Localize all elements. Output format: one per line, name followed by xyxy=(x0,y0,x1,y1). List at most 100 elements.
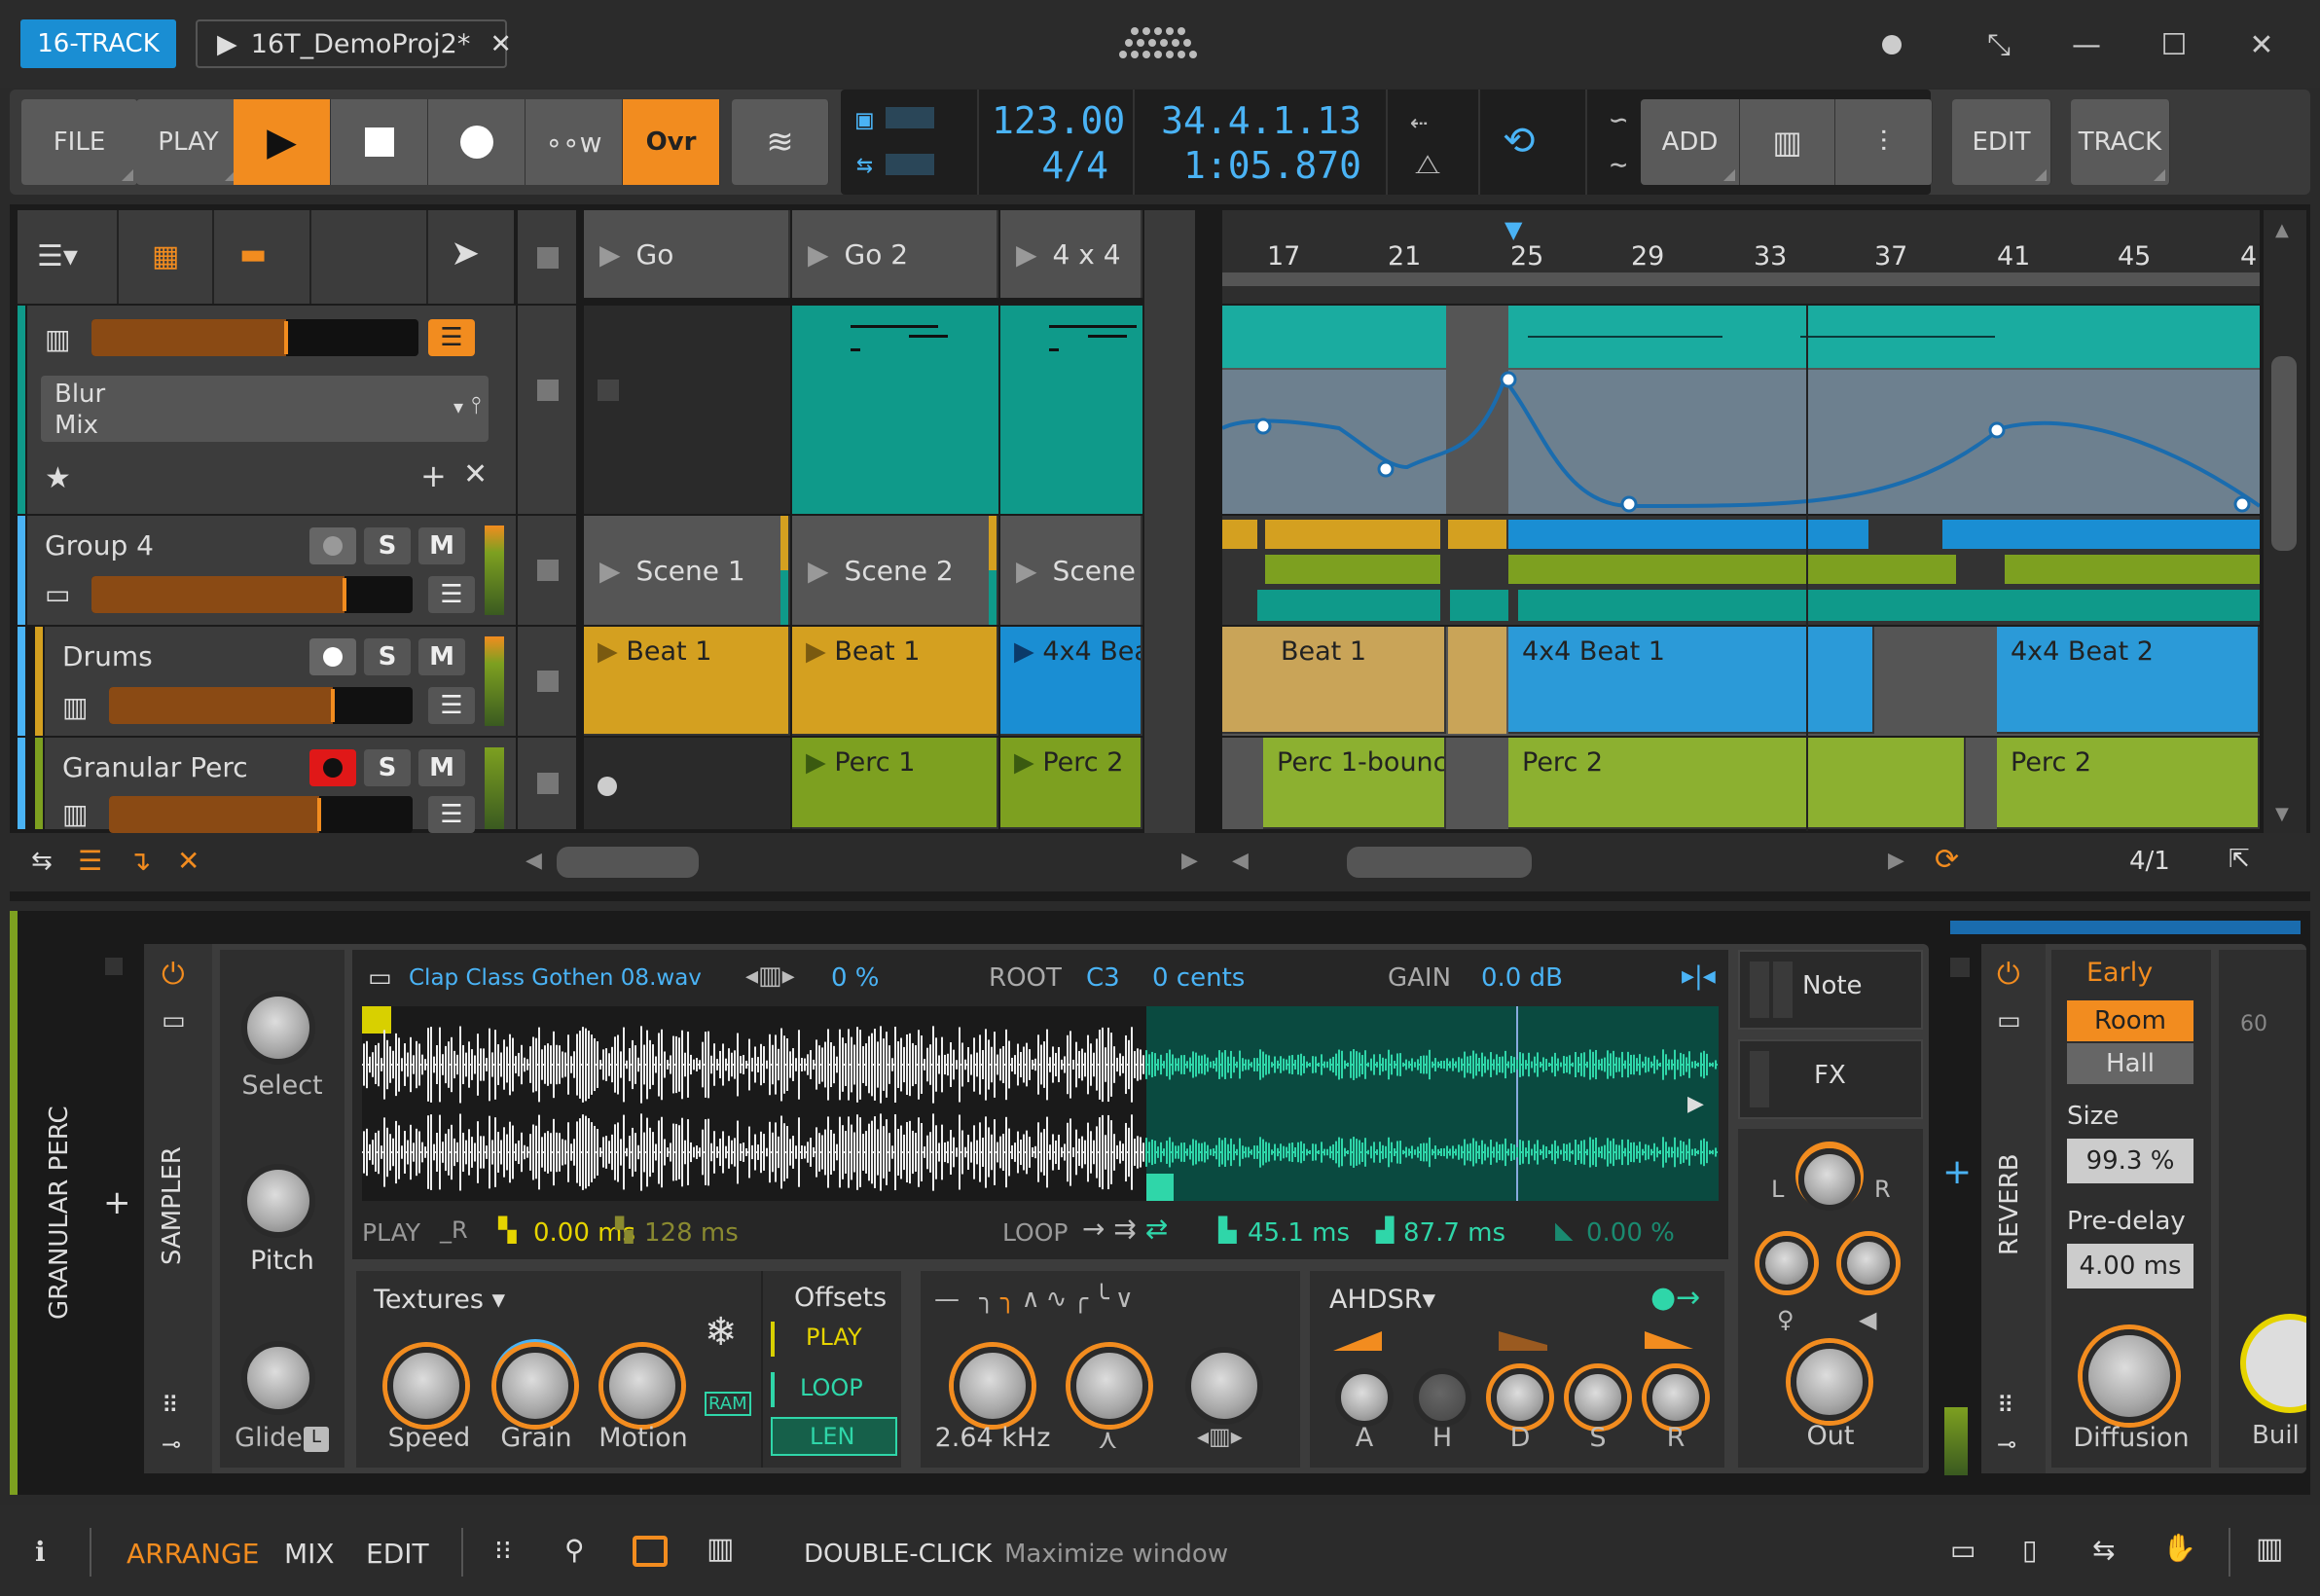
offset-len[interactable]: LEN xyxy=(810,1423,855,1450)
edit-tab[interactable]: EDIT xyxy=(366,1538,429,1570)
stop-button[interactable] xyxy=(331,99,428,185)
drum-clip-2[interactable]: ▶ Beat 1 xyxy=(792,627,998,736)
arm-button-active[interactable] xyxy=(309,749,356,786)
record-slot-icon[interactable] xyxy=(598,777,617,796)
stretch-icon[interactable]: ◂▥▸ xyxy=(745,961,795,991)
solo-button[interactable]: S xyxy=(364,749,411,786)
add-device-icon-2[interactable]: + xyxy=(1942,1152,1972,1192)
root-cents[interactable]: 0 cents xyxy=(1152,963,1245,993)
fx-slot[interactable]: FX xyxy=(1738,1039,1923,1119)
close-tab-icon[interactable]: ✕ xyxy=(489,29,512,59)
room-button[interactable]: Room xyxy=(2067,1000,2193,1041)
sample-filename[interactable]: Clap Class Gothen 08.wav xyxy=(409,965,702,991)
arrow-down-icon[interactable]: ↴ xyxy=(128,845,151,877)
freeze-icon[interactable]: ❄ xyxy=(705,1310,738,1355)
stop-all-icon[interactable] xyxy=(537,247,559,269)
clear-icon[interactable]: ✕ xyxy=(177,845,199,877)
gain-value[interactable]: 0.0 dB xyxy=(1481,963,1563,993)
hall-button[interactable]: Hall xyxy=(2067,1043,2193,1084)
glide-legato-badge[interactable]: L xyxy=(304,1427,329,1452)
arrange-clip-teal-2[interactable] xyxy=(1508,306,2260,368)
drum-clip-1[interactable]: ▶ Beat 1 xyxy=(584,627,790,736)
reverse-icon[interactable]: _R xyxy=(440,1216,468,1244)
perc-clip-1[interactable]: ▶ Perc 1 xyxy=(792,738,998,829)
position-bars[interactable]: 34.4.1.13 xyxy=(1152,99,1361,142)
solo-button[interactable]: S xyxy=(364,638,411,675)
follow-playhead-icon[interactable]: ⟳ xyxy=(1935,843,1959,877)
play-button[interactable]: ▶ xyxy=(234,99,331,185)
folder-icon[interactable]: ▭ xyxy=(1997,1006,2021,1035)
blur-device-slot[interactable]: Blur Mix ▾ ⫯ xyxy=(41,376,489,442)
keyboard-icon[interactable]: ▥ xyxy=(2256,1532,2283,1566)
arm-button[interactable] xyxy=(309,638,356,675)
attack-knob[interactable] xyxy=(1335,1368,1394,1427)
offset-loop[interactable]: LOOP xyxy=(800,1374,863,1401)
play-length-value[interactable]: 128 ms xyxy=(644,1218,739,1248)
remove-icon[interactable]: ✕ xyxy=(463,457,488,491)
cutoff-knob[interactable] xyxy=(954,1347,1032,1425)
drum-clip-3[interactable]: ▶ 4x4 Bea xyxy=(1000,627,1142,736)
modulator-icon[interactable]: ⊸ xyxy=(162,1431,181,1458)
speed-knob[interactable] xyxy=(387,1347,465,1425)
arrange-clip-beat-small[interactable] xyxy=(1448,627,1506,734)
perc-clip-2[interactable]: ▶ Perc 2 xyxy=(1000,738,1142,829)
close-window-icon[interactable]: ✕ xyxy=(2238,21,2285,68)
audio-icon-button[interactable]: ⫶ xyxy=(1835,99,1933,185)
arrange-clip-4x4-2[interactable]: 4x4 Beat 2 xyxy=(1997,627,2260,734)
textures-dropdown[interactable]: Textures ▾ xyxy=(374,1285,505,1315)
loop-length-value[interactable]: 87.7 ms xyxy=(1403,1218,1505,1248)
waveform-display[interactable]: ▶ xyxy=(362,1006,1719,1201)
scroll-right-icon[interactable]: ▶ xyxy=(1181,849,1198,873)
record-button[interactable] xyxy=(428,99,526,185)
maximize-window-icon[interactable]: ☐ xyxy=(2151,21,2197,68)
dropdown-icon[interactable]: ▾ xyxy=(453,395,463,418)
arrange-clip-teal-1[interactable] xyxy=(1222,306,1446,368)
modulator-icon[interactable]: ⊸ xyxy=(1997,1431,2016,1458)
ram-badge[interactable]: RAM xyxy=(705,1392,751,1416)
folder-icon[interactable]: ▭ xyxy=(368,963,392,993)
select-knob[interactable] xyxy=(241,991,315,1065)
clip-header-go2[interactable]: ▶ Go 2 xyxy=(792,210,998,298)
decay-knob[interactable] xyxy=(1491,1368,1549,1427)
clip-launcher-icon[interactable]: ⁝⁝ xyxy=(494,1534,512,1566)
teal-clip-2[interactable] xyxy=(1000,306,1142,514)
arrange-h-scroll[interactable] xyxy=(1347,847,1532,878)
grain-knob[interactable] xyxy=(496,1347,574,1425)
scene-1[interactable]: ▶ Scene 1 xyxy=(584,516,790,625)
power-icon[interactable]: ⏻ xyxy=(162,958,185,992)
modulation-icon[interactable]: ⚲ xyxy=(564,1534,585,1566)
grid-view-icon[interactable]: ▦ xyxy=(152,239,179,273)
mute-button[interactable]: M xyxy=(418,638,465,675)
arrange-clip-perc2-a[interactable]: Perc 2 xyxy=(1508,738,1966,829)
project-tab[interactable]: ▶ 16T_DemoProj2* ✕ xyxy=(196,19,512,68)
track-menu-button[interactable]: ☰ xyxy=(428,687,475,724)
split-icon[interactable]: ▸|◂ xyxy=(1682,961,1716,991)
group4-track-header[interactable]: Group 4 S M ▭ ☰ xyxy=(27,516,516,625)
root-note[interactable]: C3 xyxy=(1086,963,1120,993)
playhead-marker-icon[interactable]: ▼ xyxy=(1504,216,1522,243)
granular-track-header[interactable]: Granular Perc S M ▥ ☰ xyxy=(45,738,516,833)
loop-mode-icons[interactable]: → ⇉ ⇄ xyxy=(1082,1213,1168,1245)
volume-fader[interactable] xyxy=(91,319,418,356)
tempo-value[interactable]: 123.00 xyxy=(992,99,1125,142)
arrange-clip-4x4-1[interactable]: 4x4 Beat 1 xyxy=(1508,627,1874,734)
diffusion-knob[interactable] xyxy=(2083,1329,2176,1423)
io-icon[interactable]: ⇆ xyxy=(2092,1534,2115,1566)
track-height-icon[interactable]: ▬ xyxy=(239,237,267,272)
velocity-knob[interactable] xyxy=(1759,1236,1814,1290)
zoom-fit-icon[interactable]: ⇱ xyxy=(2229,845,2250,874)
resonance-knob[interactable] xyxy=(1070,1347,1148,1425)
scroll-left-icon[interactable]: ◀ xyxy=(526,849,542,873)
zoom-level[interactable]: 4/1 xyxy=(2129,847,2170,876)
keytrack-knob[interactable] xyxy=(1185,1347,1263,1425)
hold-knob[interactable] xyxy=(1413,1368,1471,1427)
pointer-tool-icon[interactable]: ➤ xyxy=(451,234,480,273)
punch-in-icon[interactable]: ∽ xyxy=(1610,103,1627,137)
volume-mod-knob[interactable] xyxy=(1841,1236,1896,1290)
metronome-icon[interactable]: ⇠ xyxy=(1410,105,1428,139)
star-icon[interactable]: ★ xyxy=(45,461,71,495)
list-menu-icon[interactable]: ☰▾ xyxy=(37,239,78,273)
add-button[interactable]: ADD xyxy=(1641,99,1740,185)
automation-write-button[interactable]: ∘∘w xyxy=(526,99,623,185)
piano-icon-button[interactable]: ▥ xyxy=(1740,99,1835,185)
